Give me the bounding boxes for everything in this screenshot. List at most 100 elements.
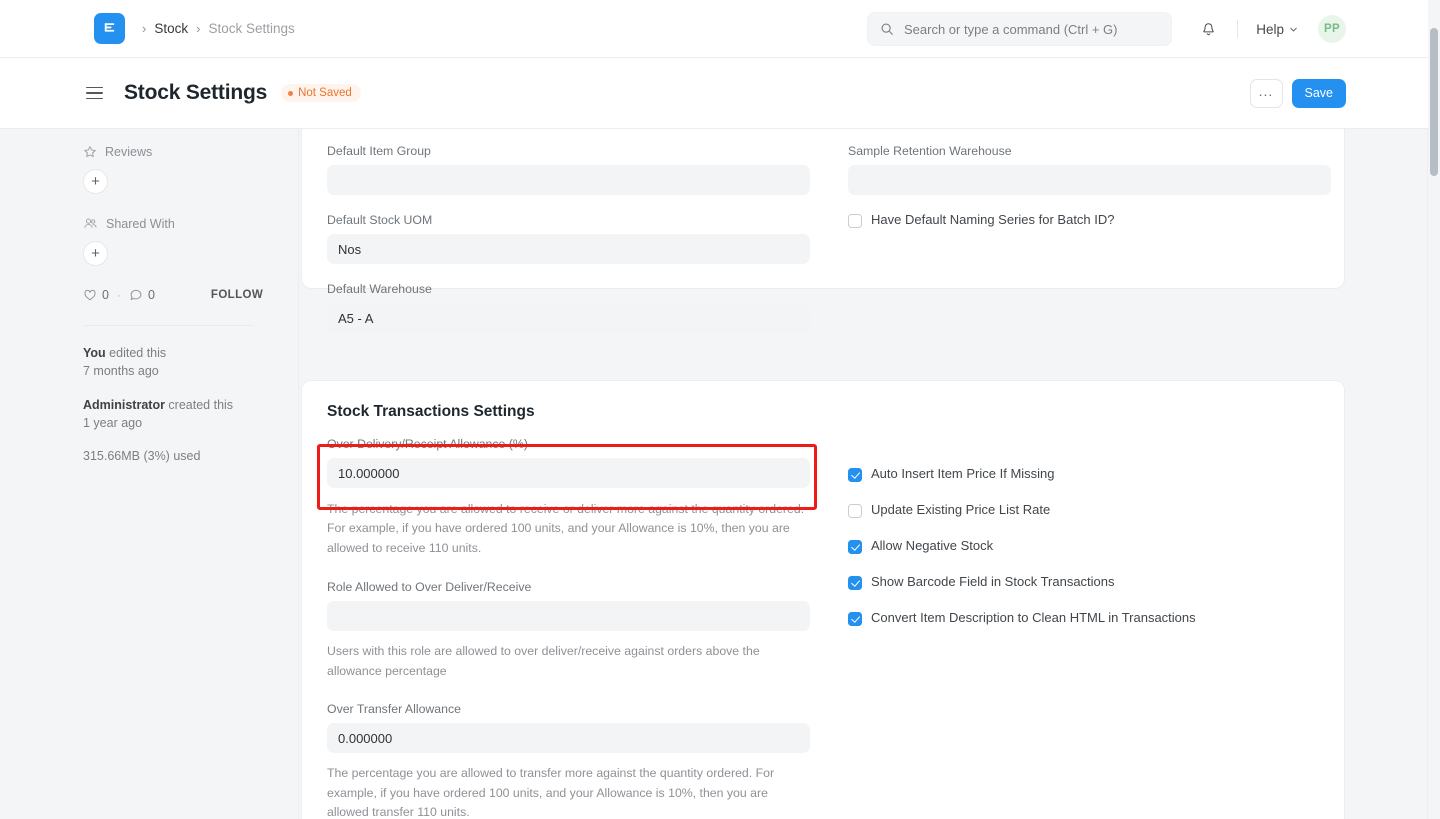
input-default-item-group[interactable] [327, 165, 810, 195]
label-role-allowed-over-deliver: Role Allowed to Over Deliver/Receive [327, 580, 795, 594]
checkbox-have-default-naming-series[interactable]: Have Default Naming Series for Batch ID? [848, 213, 1316, 228]
checkbox-box-convert-item-description[interactable] [848, 612, 862, 626]
field-default-warehouse: Default Warehouse [327, 282, 795, 333]
checkbox-box-naming-series[interactable] [848, 214, 862, 228]
search-icon [880, 22, 894, 36]
add-shared-user-button[interactable]: + [83, 241, 108, 266]
breadcrumb-separator-1: › [142, 22, 146, 35]
bell-glyph-icon [1200, 21, 1217, 38]
label-default-warehouse: Default Warehouse [327, 282, 795, 296]
comment-stat[interactable]: 0 [129, 288, 155, 302]
app-root: › Stock › Stock Settings Search or type … [0, 0, 1440, 819]
help-label: Help [1256, 22, 1284, 37]
save-button[interactable]: Save [1292, 79, 1347, 108]
activity-action-edited: edited this [106, 346, 166, 360]
search-placeholder: Search or type a command (Ctrl + G) [904, 22, 1118, 37]
activity-time-created: 1 year ago [83, 416, 142, 430]
add-review-button[interactable]: + [83, 169, 108, 194]
field-role-allowed-over-deliver: Role Allowed to Over Deliver/Receive Use… [327, 580, 795, 681]
stats-separator: · [117, 288, 121, 302]
comment-icon [129, 288, 143, 302]
document-sidebar: Reviews + Shared With + 0 [0, 129, 299, 819]
users-icon [83, 216, 98, 231]
help-menu-button[interactable]: Help [1250, 17, 1304, 42]
field-sample-retention-warehouse: Sample Retention Warehouse [848, 144, 1316, 195]
description-over-delivery-allowance: The percentage you are allowed to receiv… [327, 500, 810, 558]
section-title-stock-transactions: Stock Transactions Settings [302, 381, 1344, 437]
field-default-item-group: Default Item Group [327, 144, 795, 195]
input-sample-retention-warehouse[interactable] [848, 165, 1331, 195]
navbar-divider [1237, 20, 1238, 38]
hamburger-menu-icon[interactable] [86, 87, 106, 100]
logo-glyph-icon [102, 21, 117, 36]
description-role-allowed-over-deliver: Users with this role are allowed to over… [327, 642, 810, 681]
stock-transactions-section-card: Stock Transactions Settings Over Deliver… [301, 380, 1345, 819]
field-over-transfer-allowance: Over Transfer Allowance The percentage y… [327, 702, 795, 819]
label-sample-retention-warehouse: Sample Retention Warehouse [848, 144, 1316, 158]
stock-transactions-grid: Over Delivery/Receipt Allowance (%) The … [302, 437, 1344, 819]
label-over-transfer-allowance: Over Transfer Allowance [327, 702, 795, 716]
checkbox-auto-insert-item-price[interactable]: Auto Insert Item Price If Missing [848, 467, 1316, 482]
sidebar-divider [83, 325, 254, 326]
label-default-item-group: Default Item Group [327, 144, 795, 158]
page-header: Stock Settings Not Saved ... Save [0, 58, 1428, 129]
page-title: Stock Settings [124, 81, 267, 105]
stock-transactions-left-column: Over Delivery/Receipt Allowance (%) The … [302, 437, 823, 819]
like-stat[interactable]: 0 [83, 288, 109, 302]
page-scrollbar-thumb[interactable] [1430, 28, 1438, 176]
global-search-input[interactable]: Search or type a command (Ctrl + G) [867, 12, 1172, 46]
checkbox-box-auto-insert-item-price[interactable] [848, 468, 862, 482]
defaults-left-column: Default Item Group Default Stock UOM Def… [302, 144, 823, 351]
stock-transactions-right-column: Auto Insert Item Price If Missing Update… [823, 437, 1344, 819]
checkbox-label-allow-negative-stock: Allow Negative Stock [871, 539, 993, 554]
storage-usage-text: 315.66MB (3%) used [83, 449, 298, 463]
input-over-delivery-allowance[interactable] [327, 458, 810, 488]
star-icon [83, 145, 97, 159]
field-over-delivery-allowance: Over Delivery/Receipt Allowance (%) The … [327, 437, 795, 558]
notification-bell-icon[interactable] [1191, 12, 1225, 46]
heart-icon [83, 288, 97, 302]
avatar[interactable]: PP [1318, 15, 1346, 43]
activity-actor-edited: You [83, 346, 106, 360]
checkbox-box-update-existing-price-list-rate[interactable] [848, 504, 862, 518]
checkbox-label-show-barcode-field: Show Barcode Field in Stock Transactions [871, 575, 1115, 590]
comment-count: 0 [148, 288, 155, 302]
like-count: 0 [102, 288, 109, 302]
breadcrumb-link-stock[interactable]: Stock [154, 21, 188, 36]
status-badge-label: Not Saved [298, 87, 352, 99]
checkbox-allow-negative-stock[interactable]: Allow Negative Stock [848, 539, 1316, 554]
defaults-right-column: Sample Retention Warehouse Have Default … [823, 144, 1344, 351]
description-over-transfer-allowance: The percentage you are allowed to transf… [327, 764, 810, 819]
top-navbar: › Stock › Stock Settings Search or type … [0, 0, 1428, 58]
breadcrumb-current: Stock Settings [208, 21, 294, 36]
checkbox-show-barcode-field[interactable]: Show Barcode Field in Stock Transactions [848, 575, 1316, 590]
label-over-delivery-allowance: Over Delivery/Receipt Allowance (%) [327, 437, 795, 451]
sidebar-section-shared-with: Shared With [83, 216, 298, 231]
checkbox-convert-item-description[interactable]: Convert Item Description to Clean HTML i… [848, 611, 1316, 626]
page-scrollbar-track[interactable] [1428, 0, 1440, 819]
input-role-allowed-over-deliver[interactable] [327, 601, 810, 631]
checkbox-label-auto-insert-item-price: Auto Insert Item Price If Missing [871, 467, 1055, 482]
input-default-warehouse[interactable] [327, 303, 810, 333]
activity-item-edited: You edited this 7 months ago [83, 344, 298, 380]
erpnext-logo-icon[interactable] [94, 13, 125, 44]
checkbox-box-show-barcode-field[interactable] [848, 576, 862, 590]
status-badge: Not Saved [281, 84, 361, 102]
more-options-button[interactable]: ... [1250, 79, 1283, 108]
activity-actor-created: Administrator [83, 398, 165, 412]
field-default-stock-uom: Default Stock UOM [327, 213, 795, 264]
chevron-down-icon [1289, 25, 1298, 34]
activity-item-created: Administrator created this 1 year ago [83, 396, 298, 432]
label-default-stock-uom: Default Stock UOM [327, 213, 795, 227]
sidebar-stats: 0 · 0 FOLLOW [83, 288, 298, 302]
activity-time-edited: 7 months ago [83, 364, 159, 378]
checkbox-label-naming-series: Have Default Naming Series for Batch ID? [871, 213, 1115, 228]
checkbox-label-update-existing-price-list-rate: Update Existing Price List Rate [871, 503, 1050, 518]
input-default-stock-uom[interactable] [327, 234, 810, 264]
checkbox-update-existing-price-list-rate[interactable]: Update Existing Price List Rate [848, 503, 1316, 518]
follow-button[interactable]: FOLLOW [211, 289, 263, 301]
page-body: Reviews + Shared With + 0 [0, 129, 1428, 819]
checkbox-box-allow-negative-stock[interactable] [848, 540, 862, 554]
checkbox-label-convert-item-description: Convert Item Description to Clean HTML i… [871, 611, 1196, 626]
input-over-transfer-allowance[interactable] [327, 723, 810, 753]
